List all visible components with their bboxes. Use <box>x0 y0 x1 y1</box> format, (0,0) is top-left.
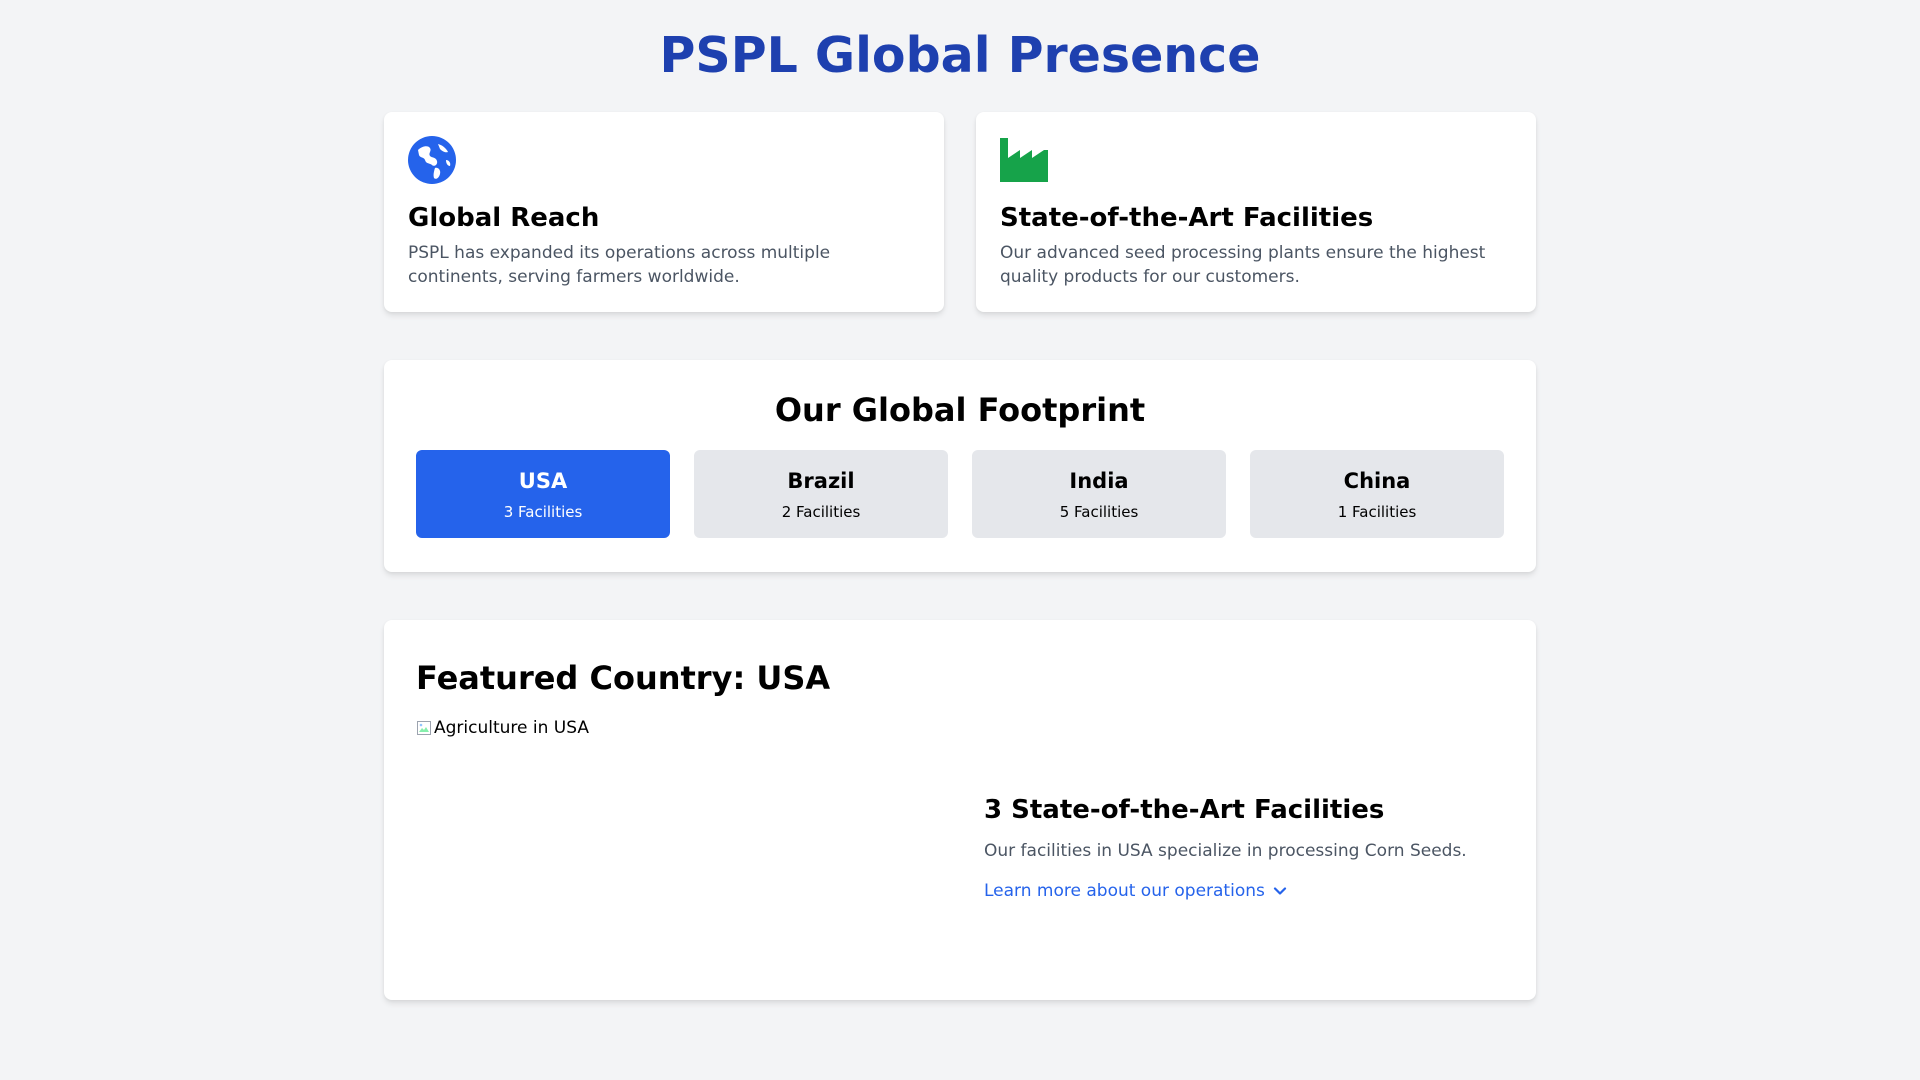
country-card-china[interactable]: China 1 Facilities <box>1250 450 1504 538</box>
learn-more-link[interactable]: Learn more about our operations <box>984 880 1504 902</box>
country-image: Agriculture in USA <box>416 718 960 978</box>
country-name: China <box>1343 469 1411 493</box>
info-text: Our advanced seed processing plants ensu… <box>1000 243 1486 287</box>
country-card-brazil[interactable]: Brazil 2 Facilities <box>694 450 948 538</box>
country-facility-count: 3 Facilities <box>503 503 583 521</box>
factory-icon <box>1000 138 1048 182</box>
info-card-facilities: State-of-the-Art Facilities Our advanced… <box>976 112 1536 312</box>
info-text: PSPL has expanded its operations across … <box>408 243 831 287</box>
footprint-title: Our Global Footprint <box>774 391 1146 429</box>
learn-more-label: Learn more about our operations <box>984 881 1265 901</box>
country-name: Brazil <box>787 469 855 493</box>
country-name: USA <box>518 469 568 493</box>
info-heading: Global Reach <box>408 203 600 233</box>
image-alt-text: Agriculture in USA <box>434 718 589 738</box>
info-heading: State-of-the-Art Facilities <box>1000 203 1374 233</box>
country-facility-count: 5 Facilities <box>1059 503 1139 521</box>
broken-image-placeholder: Agriculture in USA <box>416 718 960 738</box>
chevron-down-icon <box>1273 887 1286 895</box>
featured-country-section: Featured Country: USA Agriculture in USA… <box>384 620 1536 1000</box>
country-card-usa[interactable]: USA 3 Facilities <box>416 450 670 538</box>
broken-image-icon <box>417 721 431 735</box>
country-name: India <box>1069 469 1129 493</box>
facilities-text: Our facilities in USA specialize in proc… <box>984 841 1467 861</box>
global-footprint-section: Our Global Footprint USA 3 Facilities Br… <box>384 360 1536 572</box>
featured-body: Agriculture in USA 3 State-of-the-Art Fa… <box>416 718 1504 978</box>
country-selector: USA 3 Facilities Brazil 2 Facilities Ind… <box>416 450 1504 538</box>
country-facility-count: 2 Facilities <box>781 503 861 521</box>
page-title: PSPL Global Presence <box>659 27 1261 84</box>
featured-details: 3 State-of-the-Art Facilities Our facili… <box>960 718 1504 978</box>
country-facility-count: 1 Facilities <box>1337 503 1417 521</box>
info-card-global-reach: Global Reach PSPL has expanded its opera… <box>384 112 944 312</box>
facilities-heading: 3 State-of-the-Art Facilities <box>984 795 1385 825</box>
country-card-india[interactable]: India 5 Facilities <box>972 450 1226 538</box>
featured-title: Featured Country: USA <box>416 659 831 697</box>
page: PSPL Global Presence Global Reach PSPL h… <box>0 0 1920 1080</box>
globe-icon <box>408 136 456 184</box>
